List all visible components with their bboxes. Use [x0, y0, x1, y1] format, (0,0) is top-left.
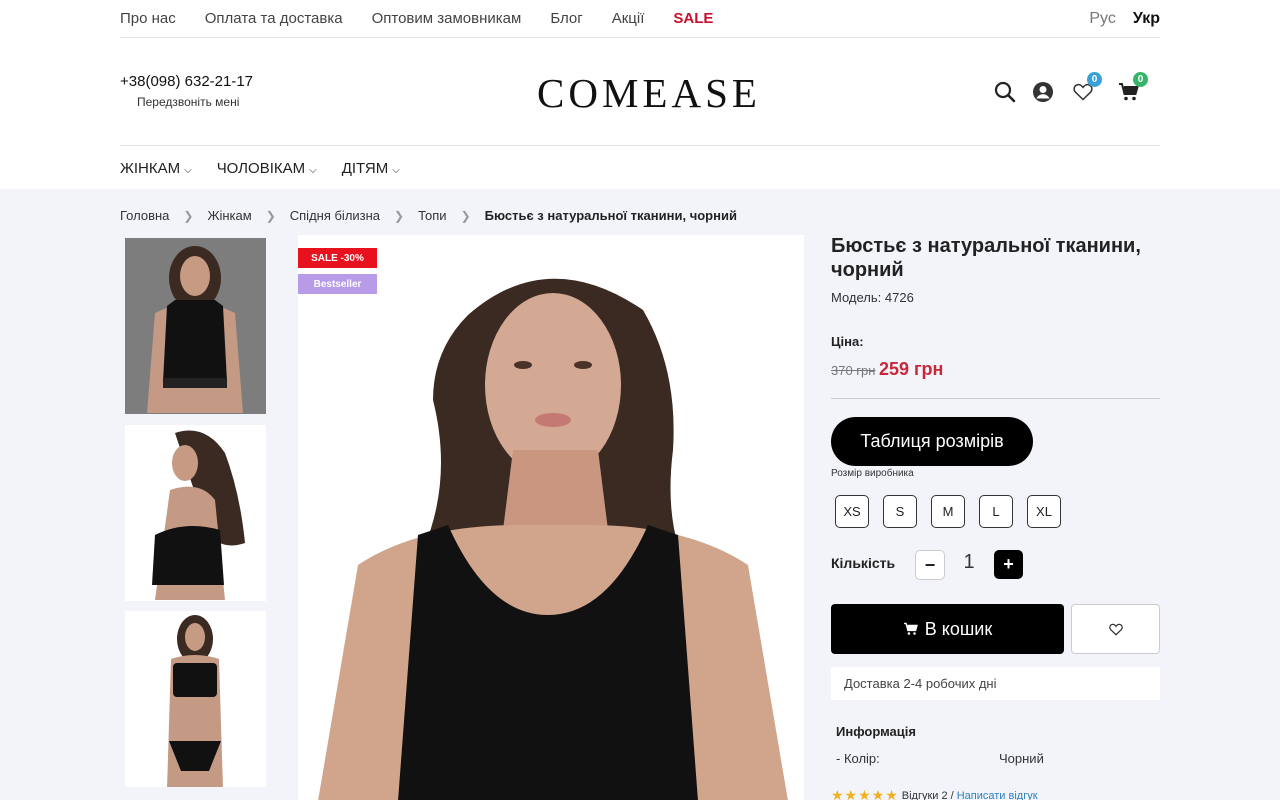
- top-nav: Про нас Оплата та доставка Оптовим замов…: [120, 10, 713, 27]
- cat-men[interactable]: ЧОЛОВІКАМ ⌵: [217, 160, 317, 177]
- cart-icon: [903, 622, 918, 635]
- add-to-cart-label: В кошик: [924, 618, 993, 639]
- cat-women-label: ЖІНКАМ: [120, 159, 181, 177]
- nav-blog[interactable]: Блог: [550, 10, 582, 27]
- callback-link[interactable]: Передзвоніть мені: [137, 95, 239, 109]
- size-options: XS S M L XL: [835, 495, 1061, 528]
- search-icon[interactable]: [992, 79, 1018, 105]
- size-option-s[interactable]: S: [883, 495, 917, 528]
- thumbnail-2[interactable]: [125, 425, 266, 601]
- delivery-info: Доставка 2-4 робочих дні: [831, 667, 1160, 700]
- crumb-women[interactable]: Жінкам: [207, 208, 251, 223]
- divider: [831, 398, 1160, 399]
- crumb-current: Бюстьє з натуральної тканини, чорний: [484, 208, 737, 223]
- chevron-right-icon: ❯: [265, 208, 276, 223]
- product-content: Головна ❯ Жінкам ❯ Спідня білизна ❯ Топи…: [0, 189, 1280, 800]
- main-product-image[interactable]: SALE -30% Bestseller: [298, 235, 804, 800]
- size-option-l[interactable]: L: [979, 495, 1013, 528]
- cat-kids-label: ДІТЯМ: [341, 159, 389, 177]
- cat-women[interactable]: ЖІНКАМ ⌵: [120, 160, 192, 177]
- top-bar: Про нас Оплата та доставка Оптовим замов…: [120, 0, 1160, 38]
- rating-stars-icon: ★★★★★: [831, 787, 899, 800]
- product-title: Бюстьє з натуральної тканини, чорний: [831, 235, 1141, 281]
- cart-icon[interactable]: 0: [1116, 72, 1148, 105]
- thumbnail-3[interactable]: [125, 611, 266, 787]
- nav-wholesale[interactable]: Оптовим замовникам: [372, 10, 522, 27]
- quantity-label: Кількість: [831, 555, 896, 571]
- color-label: - Колір:: [836, 751, 880, 766]
- chevron-right-icon: ❯: [394, 208, 405, 223]
- crumb-home[interactable]: Головна: [120, 208, 169, 223]
- language-switcher: Рус Укр: [1089, 10, 1160, 28]
- add-to-cart-button[interactable]: В кошик: [831, 604, 1064, 654]
- nav-promotions[interactable]: Акції: [612, 10, 645, 27]
- reviews-row: ★★★★★ Відгуки 2 / Написати відгук: [831, 787, 1038, 800]
- category-nav: ЖІНКАМ ⌵ ЧОЛОВІКАМ ⌵ ДІТЯМ ⌵: [120, 147, 1160, 189]
- size-maker-label: Розмір виробника: [831, 468, 914, 479]
- quantity-value[interactable]: 1: [961, 551, 977, 574]
- phone-number[interactable]: +38(098) 632-21-17: [120, 73, 253, 90]
- wishlist-icon[interactable]: 0: [1070, 72, 1102, 105]
- size-option-m[interactable]: M: [931, 495, 965, 528]
- minus-icon: −: [924, 554, 936, 575]
- plus-icon: +: [1003, 554, 1014, 574]
- nav-sale[interactable]: SALE: [673, 10, 713, 27]
- cat-men-label: ЧОЛОВІКАМ: [216, 159, 306, 177]
- quantity-increase-button[interactable]: +: [994, 550, 1023, 579]
- product-model: Модель: 4726: [831, 290, 914, 305]
- chevron-right-icon: ❯: [183, 208, 194, 223]
- breadcrumb: Головна ❯ Жінкам ❯ Спідня білизна ❯ Топи…: [120, 208, 737, 223]
- lang-ua[interactable]: Укр: [1133, 10, 1160, 28]
- chevron-down-icon: ⌵: [392, 164, 400, 176]
- crumb-tops[interactable]: Топи: [418, 208, 446, 223]
- cart-count-badge: 0: [1133, 72, 1148, 87]
- sale-tag: SALE -30%: [298, 248, 377, 268]
- bestseller-tag: Bestseller: [298, 274, 377, 294]
- new-price: 259 грн: [879, 359, 944, 379]
- heart-icon: [1108, 623, 1123, 636]
- chevron-right-icon: ❯: [460, 208, 471, 223]
- thumbnail-1[interactable]: [125, 238, 266, 414]
- info-heading: Информація: [836, 724, 916, 739]
- header: +38(098) 632-21-17 Передзвоніть мені COM…: [120, 39, 1160, 146]
- account-icon[interactable]: [1030, 79, 1056, 105]
- crumb-underwear[interactable]: Спідня білизна: [290, 208, 380, 223]
- nav-about[interactable]: Про нас: [120, 10, 176, 27]
- chevron-down-icon: ⌵: [184, 164, 192, 176]
- chevron-down-icon: ⌵: [309, 164, 317, 176]
- logo[interactable]: COMEASE: [537, 69, 761, 117]
- quantity-decrease-button[interactable]: −: [915, 550, 945, 580]
- add-to-wishlist-button[interactable]: [1071, 604, 1160, 654]
- reviews-count[interactable]: Відгуки 2 /: [902, 790, 954, 800]
- write-review-link[interactable]: Написати відгук: [957, 790, 1038, 800]
- old-price: 370 грн: [831, 363, 876, 378]
- nav-payment-delivery[interactable]: Оплата та доставка: [205, 10, 343, 27]
- size-option-xl[interactable]: XL: [1027, 495, 1061, 528]
- size-table-button[interactable]: Таблиця розмірів: [831, 417, 1033, 466]
- price-label: Ціна:: [831, 334, 864, 349]
- size-option-xs[interactable]: XS: [835, 495, 869, 528]
- lang-ru[interactable]: Рус: [1089, 10, 1116, 28]
- wishlist-count-badge: 0: [1087, 72, 1102, 87]
- header-icons: 0 0: [980, 72, 1160, 109]
- color-value: Чорний: [999, 751, 1044, 766]
- cat-kids[interactable]: ДІТЯМ ⌵: [342, 160, 400, 177]
